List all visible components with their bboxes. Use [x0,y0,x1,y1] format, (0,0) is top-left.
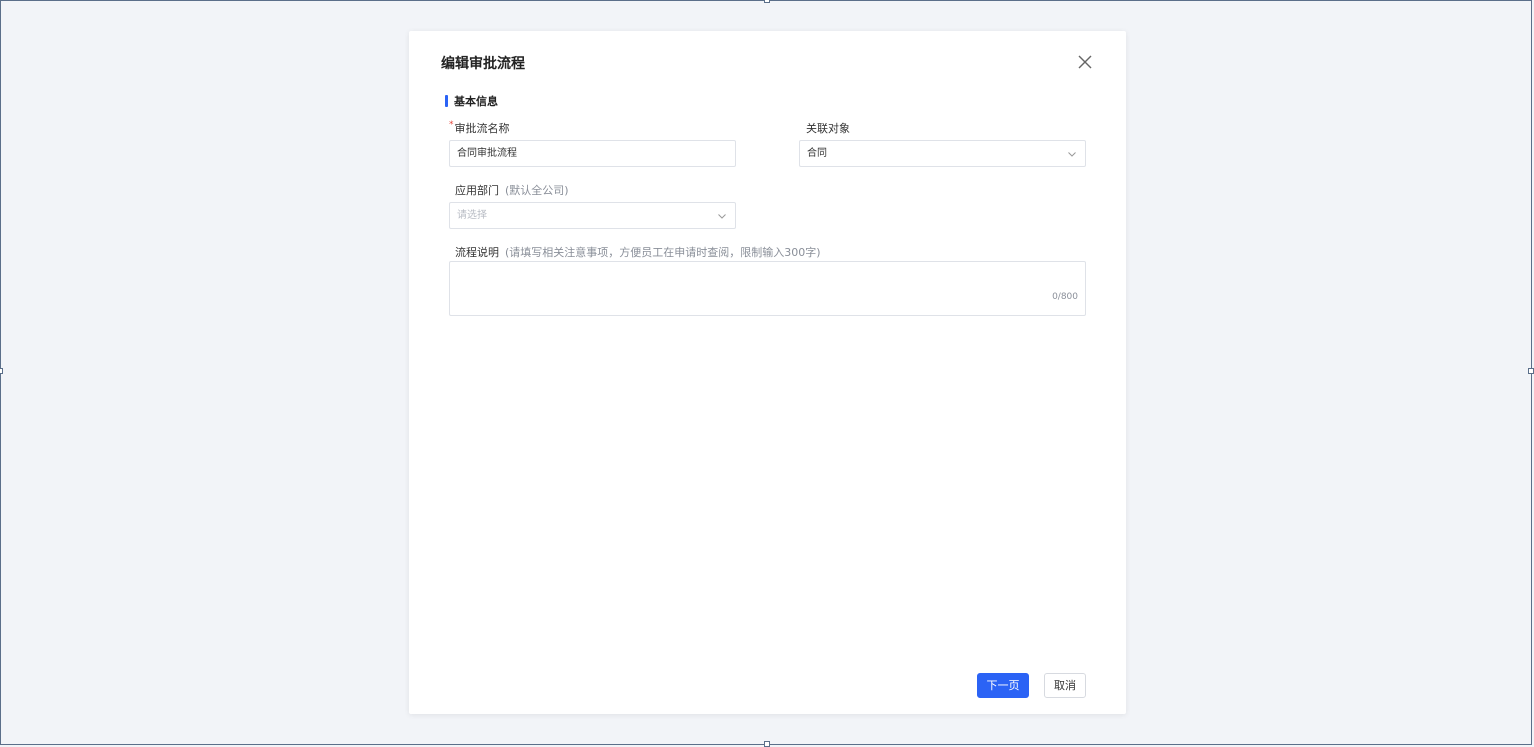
name-label-text: 审批流名称 [454,122,510,135]
department-label-text: 应用部门 [455,184,499,197]
resize-handle-bottom[interactable] [764,741,770,747]
chevron-down-icon [718,214,726,219]
related-object-value: 合同 [807,148,827,159]
resize-handle-top[interactable] [764,0,770,3]
description-field-label: 流程说明 (请填写相关注意事项，方便员工在申请时查阅，限制输入300字) [455,244,821,260]
resize-handle-left[interactable] [0,368,3,374]
related-object-select[interactable]: 合同 [799,140,1086,167]
section-title: 基本信息 [454,95,498,108]
department-placeholder: 请选择 [457,210,487,221]
description-label-text: 流程说明 [455,246,499,259]
section-marker [445,95,448,107]
resize-handle-right[interactable] [1528,368,1534,374]
description-hint: (请填写相关注意事项，方便员工在申请时查阅，限制输入300字) [505,246,821,259]
next-page-button[interactable]: 下一页 [977,673,1029,698]
close-icon[interactable] [1076,53,1094,71]
edit-approval-modal: 编辑审批流程 基本信息 *审批流名称 合同审批流程 关联对象 合同 应用部门 (默… [409,31,1126,714]
required-mark: * [449,120,454,130]
department-hint: (默认全公司) [505,184,569,197]
related-object-label: 关联对象 [806,122,850,135]
modal-title: 编辑审批流程 [441,56,525,72]
cancel-button[interactable]: 取消 [1044,673,1086,698]
approval-name-input[interactable]: 合同审批流程 [449,140,736,167]
section-basic-info: 基本信息 [445,93,498,109]
char-counter: 0/800 [1052,292,1078,302]
department-select[interactable]: 请选择 [449,202,736,229]
chevron-down-icon [1068,152,1076,157]
description-textarea[interactable]: 0/800 [449,261,1086,316]
department-field-label: 应用部门 (默认全公司) [455,182,569,198]
name-field-label: *审批流名称 [449,120,510,136]
